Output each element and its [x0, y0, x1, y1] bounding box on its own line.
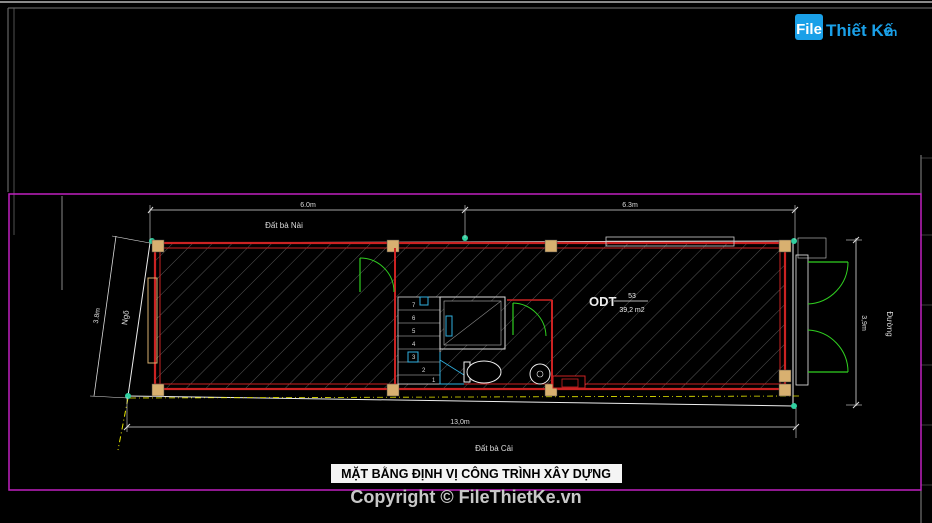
- zone-area: 39,2 m2: [619, 307, 644, 314]
- logo-file-text: File: [796, 21, 822, 38]
- dimension-top-right: 6.3m: [622, 202, 638, 209]
- zone-number: 53: [628, 293, 636, 300]
- zone-code: ODT: [589, 294, 617, 309]
- dimension-bottom: 13,0m: [450, 419, 470, 426]
- logo-tld-text: .vn: [880, 25, 897, 39]
- survey-point: [791, 238, 797, 244]
- neighbor-left-label: Ngõ: [120, 309, 131, 325]
- filethietke-logo: File Thiết Kế .vn: [795, 14, 897, 40]
- sink-icon: [529, 363, 551, 385]
- dimension-right: 3,9m: [860, 315, 867, 331]
- drawing-title: MẶT BẰNG ĐỊNH VỊ CÔNG TRÌNH XÂY DỰNG: [341, 466, 611, 481]
- cad-drawing: File Thiết Kế .vn 7 6 5 4 3 2 1 6.0m 6.3…: [0, 1, 932, 523]
- neighbor-right-label: Đường: [885, 311, 894, 336]
- dimension-left: 3.8m: [93, 307, 102, 324]
- front-door-frame: [795, 254, 809, 386]
- toilet-icon: [466, 360, 502, 384]
- neighbor-bottom-label: Đất bà Cải: [475, 444, 513, 453]
- dimension-top-left: 6.0m: [300, 202, 316, 209]
- copyright-text: Copyright © FileThietKe.vn: [350, 487, 581, 507]
- neighbor-top-label: Đất bà Nài: [265, 221, 303, 230]
